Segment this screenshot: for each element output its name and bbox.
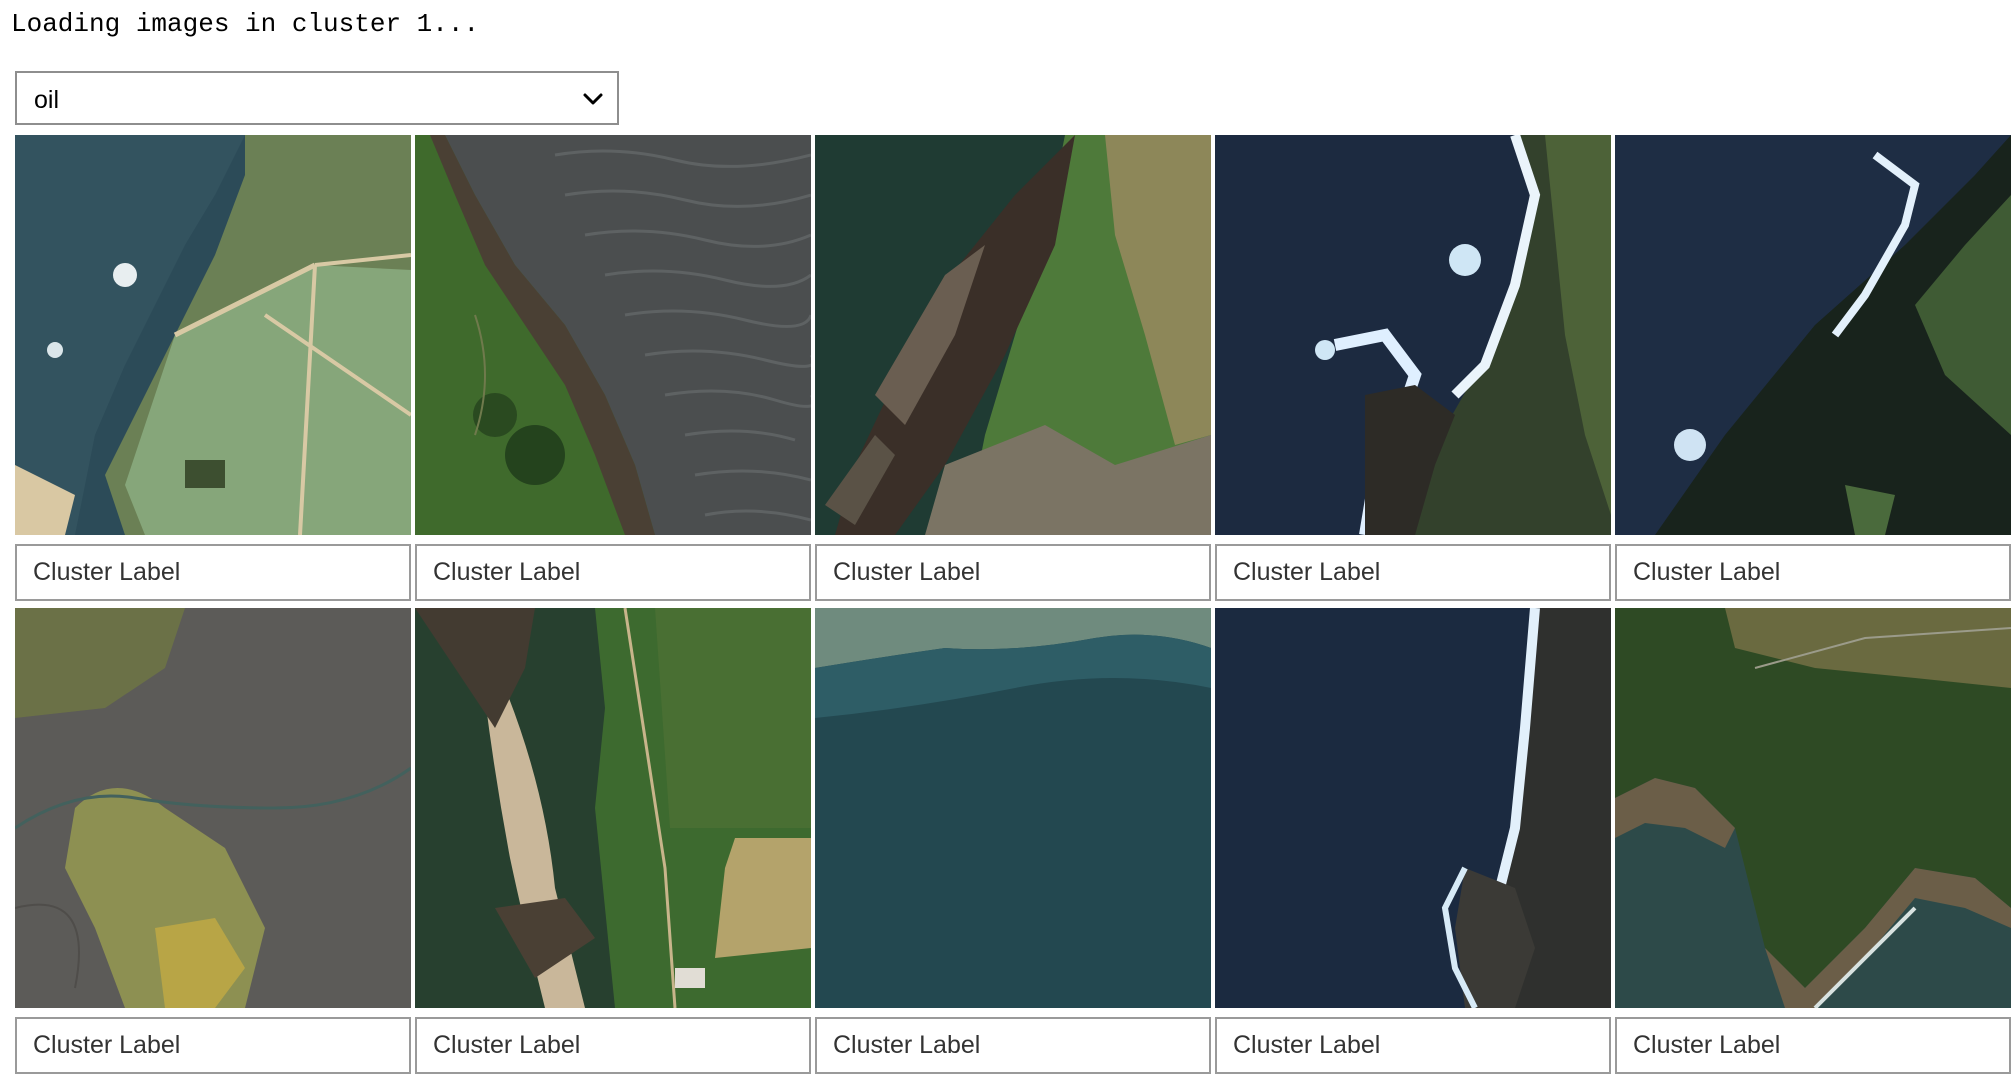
cluster-label-field[interactable] [15,544,411,601]
loading-status: Loading images in cluster 1... [11,9,480,39]
cluster-label-field[interactable] [1615,1017,2011,1074]
cluster-label-field[interactable] [1615,544,2011,601]
cluster-label-field[interactable] [415,1017,811,1074]
satellite-image[interactable] [415,135,811,535]
cluster-label-field[interactable] [15,1017,411,1074]
cluster-select-value: oil [34,86,60,114]
cluster-label-input[interactable] [417,546,809,599]
cluster-label-field[interactable] [1215,1017,1611,1074]
satellite-image[interactable] [1215,135,1611,535]
cluster-label-input[interactable] [1617,546,2009,599]
satellite-image[interactable] [15,135,411,535]
satellite-image[interactable] [815,135,1211,535]
cluster-label-input[interactable] [817,546,1209,599]
cluster-label-field[interactable] [815,1017,1211,1074]
cluster-label-input[interactable] [1217,1019,1609,1072]
satellite-image[interactable] [1215,608,1611,1008]
cluster-label-field[interactable] [415,544,811,601]
cluster-label-field[interactable] [815,544,1211,601]
satellite-image[interactable] [1615,608,2011,1008]
cluster-label-input[interactable] [17,546,409,599]
satellite-image[interactable] [815,608,1211,1008]
cluster-select[interactable]: oil [15,71,619,125]
cluster-label-field[interactable] [1215,544,1611,601]
satellite-image[interactable] [415,608,811,1008]
satellite-image[interactable] [15,608,411,1008]
cluster-label-input[interactable] [17,1019,409,1072]
cluster-label-input[interactable] [1217,546,1609,599]
cluster-label-input[interactable] [417,1019,809,1072]
chevron-down-icon [583,93,603,105]
satellite-image[interactable] [1615,135,2011,535]
cluster-label-input[interactable] [1617,1019,2009,1072]
cluster-label-input[interactable] [817,1019,1209,1072]
